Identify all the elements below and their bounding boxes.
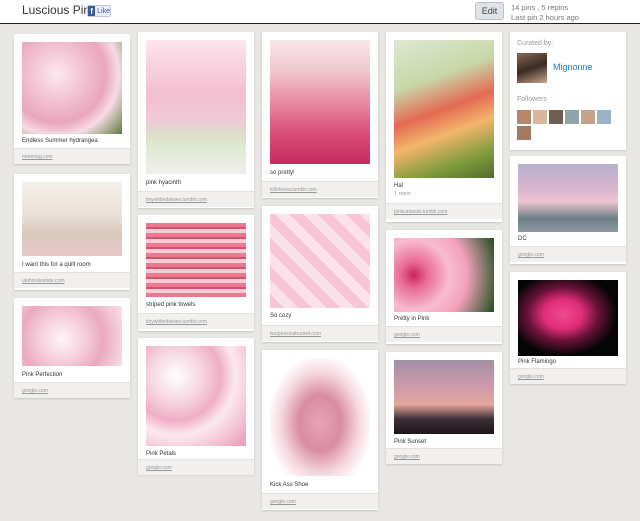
pin-source[interactable]: killohinea.tumblr.com <box>262 181 378 197</box>
pin-description: Pink Sunset <box>394 439 427 445</box>
pin-card[interactable]: DC google.com <box>510 156 626 264</box>
pin-image[interactable] <box>146 223 246 297</box>
pin-source-link[interactable]: twopeasinabucket.com <box>270 331 321 337</box>
edit-board-button[interactable]: Edit <box>475 2 504 20</box>
follower-avatar[interactable] <box>565 110 579 124</box>
pin-description: striped pink towels <box>146 302 196 308</box>
pin-source-link[interactable]: google.com <box>146 465 172 471</box>
pin-card[interactable]: So cozy twopeasinabucket.com <box>262 206 378 342</box>
pin-source-link[interactable]: google.com <box>22 388 48 394</box>
pin-source-link[interactable]: tinywhitedaisies.tumblr.com <box>146 319 207 325</box>
pin-source[interactable]: twopeasinabucket.com <box>262 325 378 341</box>
pin-image[interactable] <box>394 40 494 178</box>
follower-avatar[interactable] <box>597 110 611 124</box>
pin-source-link[interactable]: google.com <box>270 499 296 505</box>
pin-description: Ha! <box>394 183 404 189</box>
pin-card[interactable]: Pink Sunset google.com <box>386 352 502 464</box>
pin-card[interactable]: Endless Summer hydrangea marenag.com <box>14 34 130 164</box>
pin-source[interactable]: google.com <box>138 459 254 475</box>
pin-card[interactable]: Pink Petals google.com <box>138 338 254 475</box>
pin-source-link[interactable]: killohinea.tumblr.com <box>270 187 317 193</box>
pin-description: Pink Perfection <box>22 372 63 378</box>
curator-name-link[interactable]: Mignonne <box>553 62 593 72</box>
pin-source-link[interactable]: google.com <box>518 374 544 380</box>
pin-source-link[interactable]: pinkcatseals.tumblr.com <box>394 209 447 215</box>
pin-card[interactable]: I want this for a quilt room utahrealest… <box>14 174 130 290</box>
pin-source[interactable]: google.com <box>386 448 502 464</box>
board-title: Luscious Pink <box>22 3 97 17</box>
pin-card[interactable]: so pretty! killohinea.tumblr.com <box>262 32 378 198</box>
pin-source[interactable]: utahrealestate.com <box>14 272 130 288</box>
pin-image[interactable] <box>22 42 122 134</box>
board-stats: 14 pins , 5 repins Last pin 2 hours ago <box>511 3 579 23</box>
facebook-icon: f <box>88 6 96 16</box>
pin-card[interactable]: Pretty in Pink google.com <box>386 230 502 344</box>
pin-description: Endless Summer hydrangea <box>22 138 98 144</box>
pin-image[interactable] <box>22 182 122 256</box>
pin-description: pink hyacinth <box>146 180 182 186</box>
pin-image[interactable] <box>146 346 246 446</box>
curated-by-label: Curated by: <box>517 40 554 47</box>
pin-description: Pink Petals <box>146 451 177 457</box>
facebook-like-label: Like <box>97 7 110 15</box>
pin-count: 14 pins , 5 repins <box>511 3 569 12</box>
pin-description: Pink Flamingo <box>518 359 557 365</box>
pin-image[interactable] <box>394 360 494 434</box>
pin-card[interactable]: Pink Flamingo google.com <box>510 272 626 384</box>
facebook-like-button[interactable]: f Like <box>87 5 111 17</box>
pin-card[interactable]: Pink Perfection google.com <box>14 298 130 398</box>
pin-description: Pretty in Pink <box>394 316 430 322</box>
pin-image[interactable] <box>394 238 494 312</box>
pin-description: Kick Ass Shoe <box>270 482 309 488</box>
follower-avatar[interactable] <box>581 110 595 124</box>
pin-source[interactable]: tinywhitedaisies.tumblr.com <box>138 191 254 207</box>
followers-label: Followers <box>517 96 547 103</box>
follower-avatar[interactable] <box>533 110 547 124</box>
pin-image[interactable] <box>270 358 370 476</box>
pin-source[interactable]: tinywhitedaisies.tumblr.com <box>138 313 254 329</box>
pin-source[interactable]: google.com <box>510 368 626 384</box>
pin-source[interactable]: google.com <box>262 493 378 509</box>
board-header: Luscious Pink f Like Edit 14 pins , 5 re… <box>0 0 640 24</box>
pin-source-link[interactable]: google.com <box>518 252 544 258</box>
pin-image[interactable] <box>270 214 370 308</box>
pin-card[interactable]: Ha! 1 repin pinkcatseals.tumblr.com <box>386 32 502 222</box>
follower-avatar[interactable] <box>517 126 531 140</box>
pin-source-link[interactable]: marenag.com <box>22 154 53 160</box>
pin-image[interactable] <box>146 40 246 174</box>
pin-source-link[interactable]: google.com <box>394 332 420 338</box>
pin-repin-count: 1 repin <box>394 191 411 197</box>
pin-source-link[interactable]: google.com <box>394 454 420 460</box>
pin-card[interactable]: striped pink towels tinywhitedaisies.tum… <box>138 215 254 331</box>
pin-description: so pretty! <box>270 170 295 176</box>
pin-source[interactable]: google.com <box>14 382 130 398</box>
pin-source-link[interactable]: tinywhitedaisies.tumblr.com <box>146 197 207 203</box>
follower-avatar[interactable] <box>549 110 563 124</box>
pin-image[interactable] <box>518 164 618 232</box>
pin-source[interactable]: google.com <box>510 246 626 262</box>
pin-image[interactable] <box>22 306 122 366</box>
follower-avatar[interactable] <box>517 110 531 124</box>
pin-source[interactable]: google.com <box>386 326 502 342</box>
curator-panel: Curated by: Mignonne Followers <box>510 32 626 150</box>
pin-source-link[interactable]: utahrealestate.com <box>22 278 65 284</box>
pin-card[interactable]: pink hyacinth tinywhitedaisies.tumblr.co… <box>138 32 254 208</box>
curator-avatar[interactable] <box>517 53 547 83</box>
pin-card[interactable]: Kick Ass Shoe google.com <box>262 350 378 510</box>
pin-image[interactable] <box>270 40 370 164</box>
pin-image[interactable] <box>518 280 618 356</box>
pin-description: So cozy <box>270 313 292 319</box>
pin-source[interactable]: marenag.com <box>14 148 130 164</box>
pin-source[interactable]: pinkcatseals.tumblr.com <box>386 203 502 219</box>
pin-description: I want this for a quilt room <box>22 262 91 268</box>
pin-description: DC <box>518 236 527 242</box>
last-pin-time: Last pin 2 hours ago <box>511 13 579 22</box>
